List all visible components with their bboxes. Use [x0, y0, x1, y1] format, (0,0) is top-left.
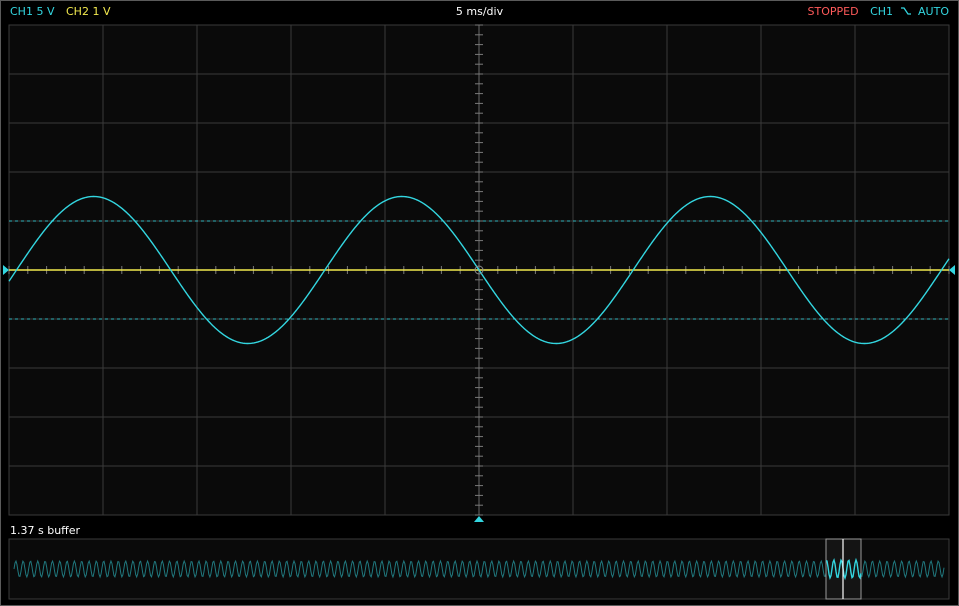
ch1-offset-marker[interactable]: [3, 265, 9, 275]
buffer-label: 1.37 s buffer: [10, 524, 81, 537]
trigger-level-marker[interactable]: [949, 265, 955, 275]
trigger-position-marker[interactable]: [474, 516, 484, 522]
waveform-display[interactable]: [0, 0, 959, 606]
